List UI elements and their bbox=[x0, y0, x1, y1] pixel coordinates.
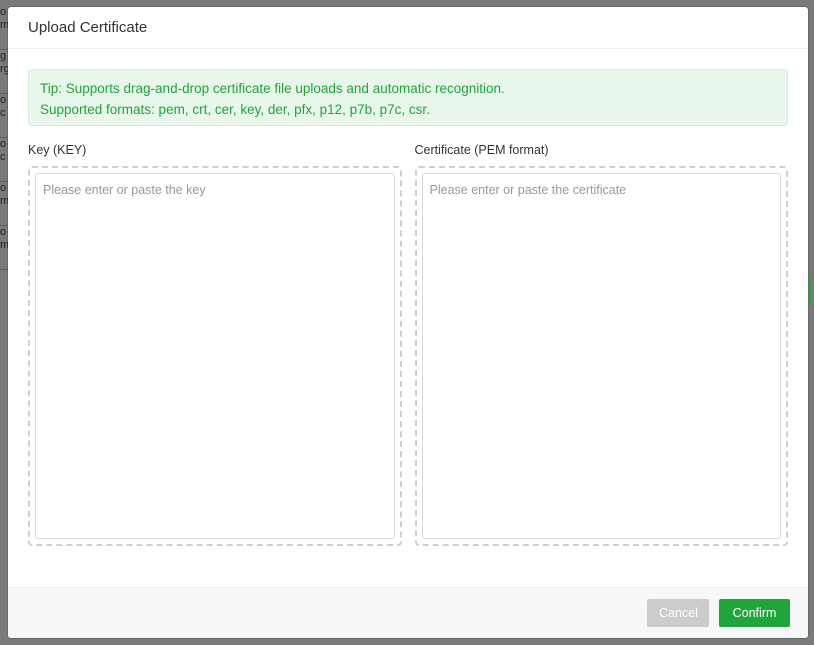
dialog-header: Upload Certificate bbox=[8, 7, 808, 49]
background-button-edge bbox=[810, 275, 814, 305]
confirm-button[interactable]: Confirm bbox=[719, 599, 790, 627]
certificate-label: Certificate (PEM format) bbox=[414, 143, 549, 157]
tip-line-1: Tip: Supports drag-and-drop certificate … bbox=[40, 81, 505, 96]
cancel-button[interactable]: Cancel bbox=[647, 599, 709, 627]
key-textarea[interactable] bbox=[35, 173, 395, 539]
certificate-column: Certificate (PEM format) bbox=[414, 142, 788, 546]
upload-certificate-dialog: Upload Certificate Tip: Supports drag-an… bbox=[8, 7, 808, 638]
dialog-title: Upload Certificate bbox=[28, 19, 148, 36]
certificate-drop-zone[interactable] bbox=[414, 166, 788, 546]
certificate-textarea[interactable] bbox=[421, 173, 781, 539]
background-row-text: o c bbox=[0, 138, 7, 163]
dialog-body: Tip: Supports drag-and-drop certificate … bbox=[8, 49, 808, 546]
key-label: Key (KEY) bbox=[28, 143, 87, 157]
background-row-text: o c bbox=[0, 94, 7, 119]
key-column: Key (KEY) bbox=[28, 142, 402, 546]
tip-line-2: Supported formats: pem, crt, cer, key, d… bbox=[40, 102, 430, 117]
tip-box: Tip: Supports drag-and-drop certificate … bbox=[28, 69, 788, 126]
fields-row: Key (KEY) Certificate (PEM format) bbox=[28, 142, 788, 546]
key-drop-zone[interactable] bbox=[28, 166, 402, 546]
dialog-footer: Cancel Confirm bbox=[8, 587, 808, 638]
